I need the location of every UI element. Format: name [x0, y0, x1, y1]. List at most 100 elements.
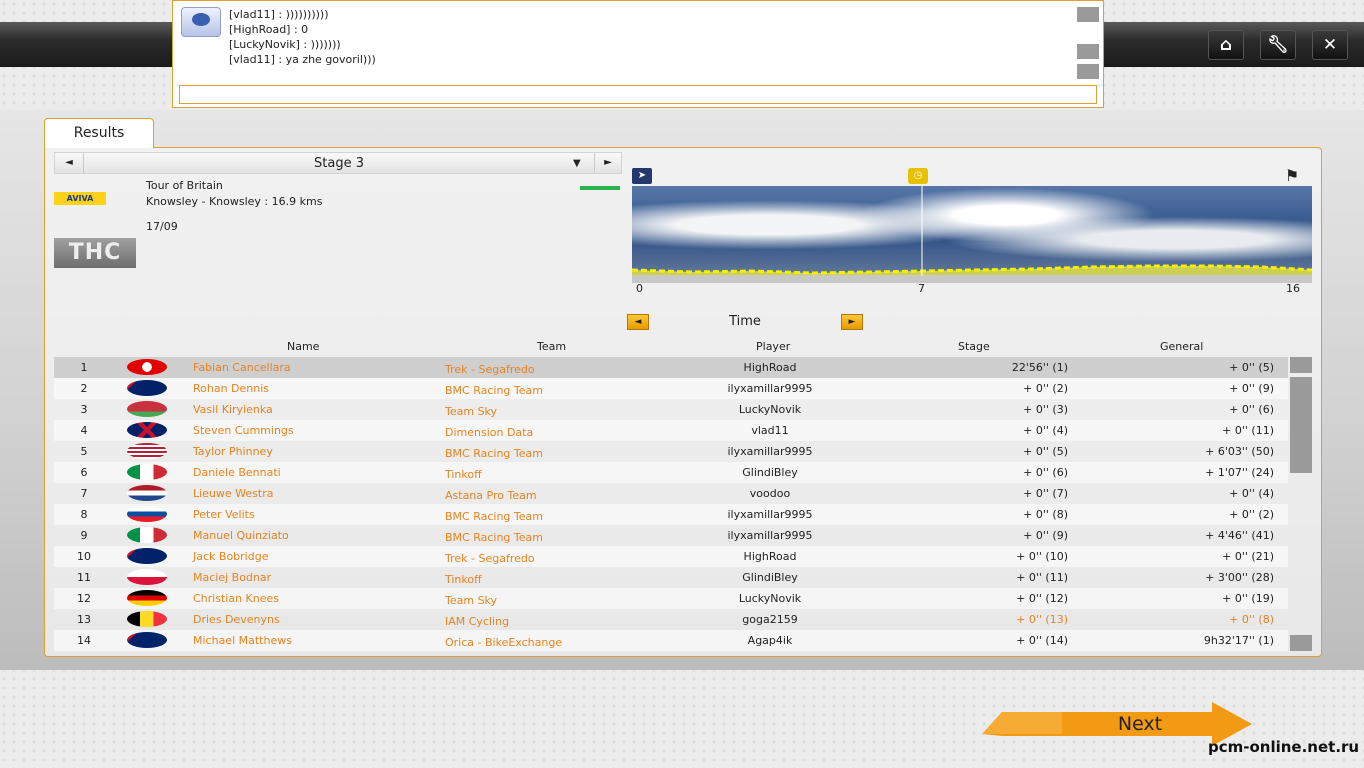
column-header-team[interactable]: Team: [537, 340, 566, 353]
team-name-link[interactable]: Team Sky: [445, 594, 497, 607]
stage-time-cell: + 0'' (6): [1023, 466, 1068, 479]
rank-cell: 13: [77, 613, 91, 626]
table-row[interactable]: 9 Manuel Quinziato BMC Racing Team ilyxamil…: [54, 525, 1288, 546]
team-name-link[interactable]: Trek - Segafredo: [445, 363, 535, 376]
rank-cell: 11: [77, 571, 91, 584]
rider-name-link[interactable]: Peter Velits: [193, 508, 255, 521]
team-name-link[interactable]: Orica - BikeExchange: [445, 636, 562, 649]
tab-results[interactable]: Results: [44, 118, 154, 148]
scroll-up-button[interactable]: [1290, 357, 1312, 373]
results-scrollbar[interactable]: [1290, 357, 1312, 651]
general-time-cell: 9h32'17'' (1): [1203, 634, 1274, 647]
home-icon: ⌂: [1219, 35, 1233, 55]
table-row[interactable]: 2 Rohan Dennis BMC Racing Team ilyxamillar9…: [54, 378, 1288, 399]
race-name: Tour of Britain: [146, 179, 223, 192]
table-row[interactable]: 1 Fabian Cancellara Trek - Segafredo HighRo…: [54, 357, 1288, 378]
settings-button[interactable]: 🔧︎: [1260, 30, 1296, 60]
checkered-flag-icon: ⚑: [1284, 166, 1300, 185]
general-time-cell: + 0'' (19): [1222, 592, 1274, 605]
rank-cell: 14: [77, 634, 91, 647]
table-row[interactable]: 14 Michael Matthews Orica - BikeExchange Ag…: [54, 630, 1288, 651]
stage-profile: [632, 186, 1312, 283]
rider-name-link[interactable]: Manuel Quinziato: [193, 529, 289, 542]
team-name-link[interactable]: Tinkoff: [445, 468, 482, 481]
stage-time-cell: + 0'' (9): [1023, 529, 1068, 542]
rank-cell: 5: [80, 445, 88, 458]
general-time-cell: + 0'' (21): [1222, 550, 1274, 563]
sort-next-button[interactable]: ►: [841, 314, 863, 330]
close-icon: ✕: [1322, 35, 1338, 55]
team-name-link[interactable]: Team Sky: [445, 405, 497, 418]
scroll-down-button[interactable]: [1290, 635, 1312, 651]
stage-prev-button[interactable]: ◄: [55, 153, 84, 173]
general-time-cell: + 1'07'' (24): [1205, 466, 1274, 479]
team-name-link[interactable]: IAM Cycling: [445, 615, 509, 628]
team-name-link[interactable]: Astana Pro Team: [445, 489, 537, 502]
team-name-link[interactable]: BMC Racing Team: [445, 510, 543, 523]
player-cell: voodoo: [749, 487, 791, 500]
chat-popup: [vlad11] : )))))))))) [HighRoad] : 0 [Lu…: [172, 0, 1104, 108]
watermark: pcm-online.net.ru: [1208, 738, 1360, 756]
stage-time-cell: + 0'' (2): [1023, 382, 1068, 395]
table-row[interactable]: 6 Daniele Bennati Tinkoff GlindiBley + 0'' (…: [54, 462, 1288, 483]
team-name-link[interactable]: Trek - Segafredo: [445, 552, 535, 565]
rider-name-link[interactable]: Dries Devenyns: [193, 613, 280, 626]
column-header-name[interactable]: Name: [287, 340, 319, 353]
stage-time-cell: + 0'' (4): [1023, 424, 1068, 437]
chat-line: [vlad11] : ya zhe govoril))): [229, 53, 376, 66]
rider-name-link[interactable]: Lieuwe Westra: [193, 487, 274, 500]
player-cell: LuckyNovik: [738, 403, 802, 416]
rank-cell: 2: [80, 382, 88, 395]
sort-prev-button[interactable]: ◄: [627, 314, 649, 330]
rider-name-link[interactable]: Fabian Cancellara: [193, 361, 291, 374]
chevron-down-icon[interactable]: ▼: [573, 153, 581, 175]
next-button[interactable]: Next: [1100, 713, 1180, 735]
stage-selector[interactable]: ◄ Stage 3 ▼ ►: [54, 152, 622, 174]
rider-name-link[interactable]: Taylor Phinney: [193, 445, 273, 458]
rider-name-link[interactable]: Maciej Bodnar: [193, 571, 271, 584]
table-row[interactable]: 4 Steven Cummings Dimension Data vlad11 + 0'…: [54, 420, 1288, 441]
australia-flag-icon: [127, 632, 167, 648]
team-name-link[interactable]: Dimension Data: [445, 426, 533, 439]
rider-name-link[interactable]: Rohan Dennis: [193, 382, 269, 395]
team-name-link[interactable]: Tinkoff: [445, 573, 482, 586]
player-cell: ilyxamillar9995: [727, 445, 813, 458]
switzerland-flag-icon: [127, 359, 167, 375]
sponsor-logo: AVIVA: [54, 192, 106, 205]
rider-name-link[interactable]: Vasil Kiryienka: [193, 403, 273, 416]
table-row[interactable]: 8 Peter Velits BMC Racing Team ilyxamillar9…: [54, 504, 1288, 525]
player-cell: ilyxamillar9995: [727, 508, 813, 521]
sort-label: Time: [729, 314, 761, 329]
column-header-general[interactable]: General: [1160, 340, 1203, 353]
table-row[interactable]: 10 Jack Bobridge Trek - Segafredo HighRoad +…: [54, 546, 1288, 567]
stage-next-button[interactable]: ►: [594, 153, 621, 173]
rider-name-link[interactable]: Christian Knees: [193, 592, 279, 605]
table-row[interactable]: 13 Dries Devenyns IAM Cycling goga2159 + 0''…: [54, 609, 1288, 630]
team-name-link[interactable]: BMC Racing Team: [445, 447, 543, 460]
table-row[interactable]: 12 Christian Knees Team Sky LuckyNovik + 0''…: [54, 588, 1288, 609]
table-row[interactable]: 7 Lieuwe Westra Astana Pro Team voodoo + 0''…: [54, 483, 1288, 504]
rider-name-link[interactable]: Jack Bobridge: [193, 550, 268, 563]
column-header-player[interactable]: Player: [756, 340, 790, 353]
column-header-stage[interactable]: Stage: [958, 340, 990, 353]
team-name-link[interactable]: BMC Racing Team: [445, 384, 543, 397]
progress-indicator: [580, 186, 620, 190]
rider-name-link[interactable]: Steven Cummings: [193, 424, 294, 437]
rider-name-link[interactable]: Daniele Bennati: [193, 466, 281, 479]
poland-flag-icon: [127, 569, 167, 585]
chat-scroll-up[interactable]: [1077, 7, 1099, 22]
home-button[interactable]: ⌂: [1208, 30, 1244, 60]
close-button[interactable]: ✕: [1312, 30, 1348, 60]
table-row[interactable]: 11 Maciej Bodnar Tinkoff GlindiBley + 0'' (1…: [54, 567, 1288, 588]
table-row[interactable]: 5 Taylor Phinney BMC Racing Team ilyxamilla…: [54, 441, 1288, 462]
chat-input[interactable]: [179, 85, 1097, 104]
scroll-thumb[interactable]: [1290, 377, 1312, 473]
general-time-cell: + 0'' (9): [1229, 382, 1274, 395]
chat-scroll-thumb[interactable]: [1077, 44, 1099, 59]
table-row[interactable]: 3 Vasil Kiryienka Team Sky LuckyNovik + 0'' …: [54, 399, 1288, 420]
km-mid: 7: [918, 282, 925, 295]
team-name-link[interactable]: BMC Racing Team: [445, 531, 543, 544]
chat-scroll-down[interactable]: [1077, 64, 1099, 79]
stage-time-cell: + 0'' (14): [1016, 634, 1068, 647]
rider-name-link[interactable]: Michael Matthews: [193, 634, 292, 647]
